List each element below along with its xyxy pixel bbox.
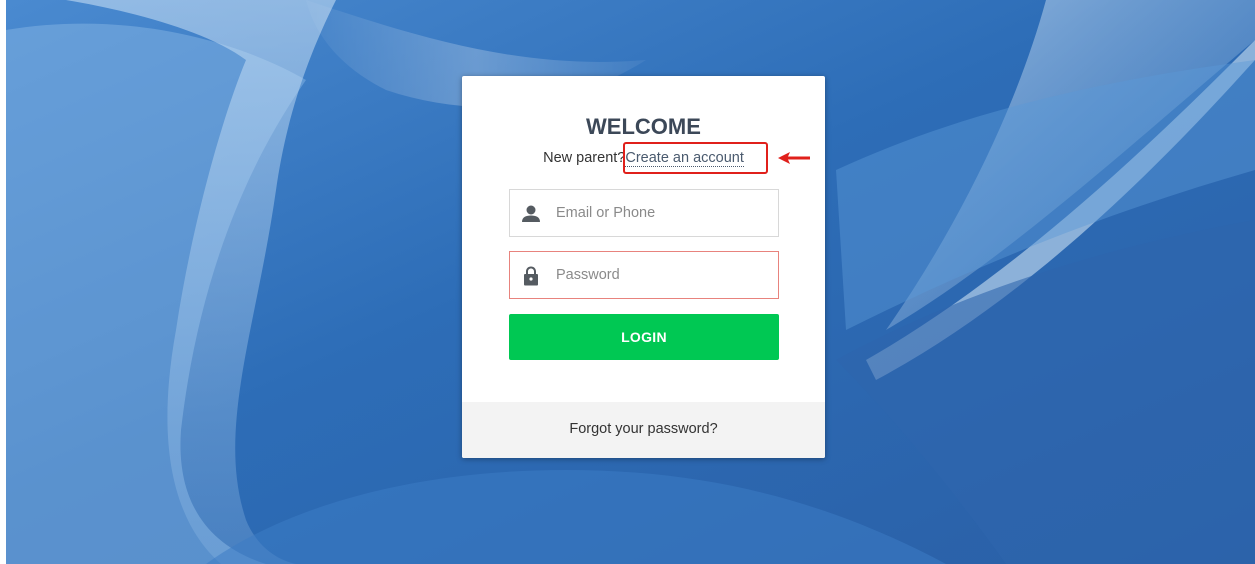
signup-prompt-text: New parent? — [543, 150, 626, 166]
desktop-background: WELCOME New parent?Create an account LOG… — [6, 0, 1255, 564]
password-input[interactable] — [556, 252, 766, 298]
email-field[interactable] — [509, 189, 779, 237]
welcome-heading: WELCOME — [586, 114, 701, 139]
user-icon — [522, 205, 540, 222]
card-footer: Forgot your password? — [462, 402, 825, 458]
forgot-password-link[interactable]: Forgot your password? — [569, 421, 717, 437]
password-field[interactable] — [509, 251, 779, 299]
annotation-arrow-icon — [778, 152, 810, 164]
email-input[interactable] — [556, 190, 766, 236]
annotation-highlight-box — [623, 142, 768, 174]
lock-icon — [524, 266, 538, 286]
login-button[interactable]: LOGIN — [509, 314, 779, 360]
login-card: WELCOME New parent?Create an account LOG… — [462, 76, 825, 458]
